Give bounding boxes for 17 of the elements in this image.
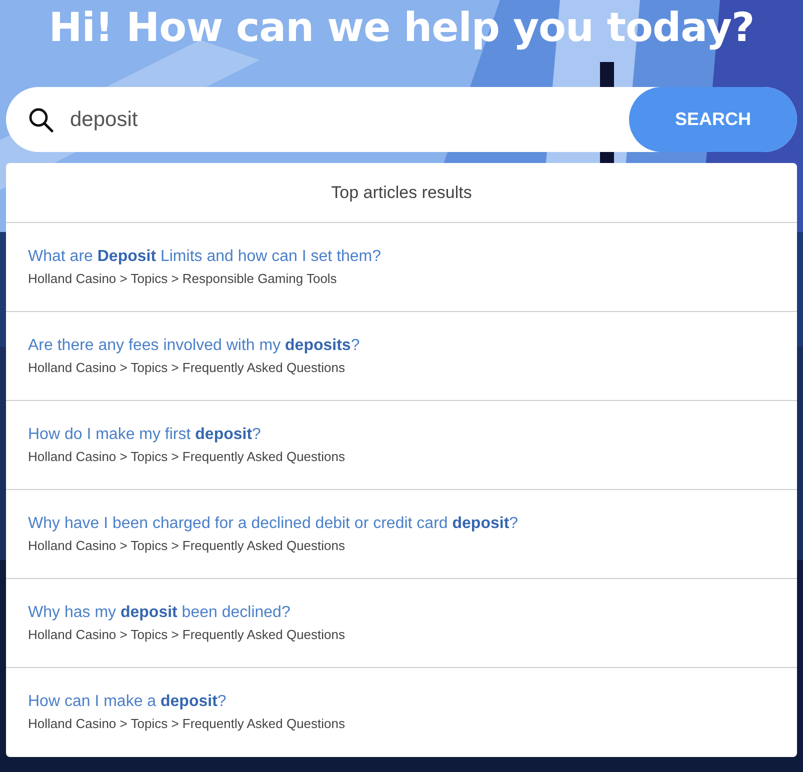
article-link[interactable]: Why have I been charged for a declined debit or credit card deposit? bbox=[28, 515, 518, 533]
article-link[interactable]: How can I make a deposit? bbox=[28, 693, 226, 711]
breadcrumb: Holland Casino > Topics > Frequently Asked Questions bbox=[28, 449, 345, 464]
results-title: Top articles results bbox=[6, 163, 797, 223]
search-button[interactable]: SEARCH bbox=[629, 87, 797, 152]
breadcrumb: Holland Casino > Topics > Frequently Asked Questions bbox=[28, 538, 345, 553]
article-link[interactable]: How do I make my first deposit? bbox=[28, 426, 261, 444]
breadcrumb: Holland Casino > Topics > Frequently Asked Questions bbox=[28, 360, 345, 375]
article-link[interactable]: What are Deposit Limits and how can I set them? bbox=[28, 248, 382, 266]
search-field[interactable]: deposit SEARCH bbox=[6, 87, 797, 152]
article-link[interactable]: Are there any fees involved with my deposits? bbox=[28, 337, 360, 355]
search-icon bbox=[28, 106, 54, 132]
article-link[interactable]: Why has my deposit been declined? bbox=[28, 604, 290, 622]
breadcrumb: Holland Casino > Topics > Frequently Asked Questions bbox=[28, 627, 345, 642]
breadcrumb: Holland Casino > Topics > Frequently Asked Questions bbox=[28, 716, 345, 731]
page-heading: Hi! How can we help you today? bbox=[48, 4, 756, 53]
breadcrumb: Holland Casino > Topics > Responsible Gaming Tools bbox=[28, 271, 337, 286]
